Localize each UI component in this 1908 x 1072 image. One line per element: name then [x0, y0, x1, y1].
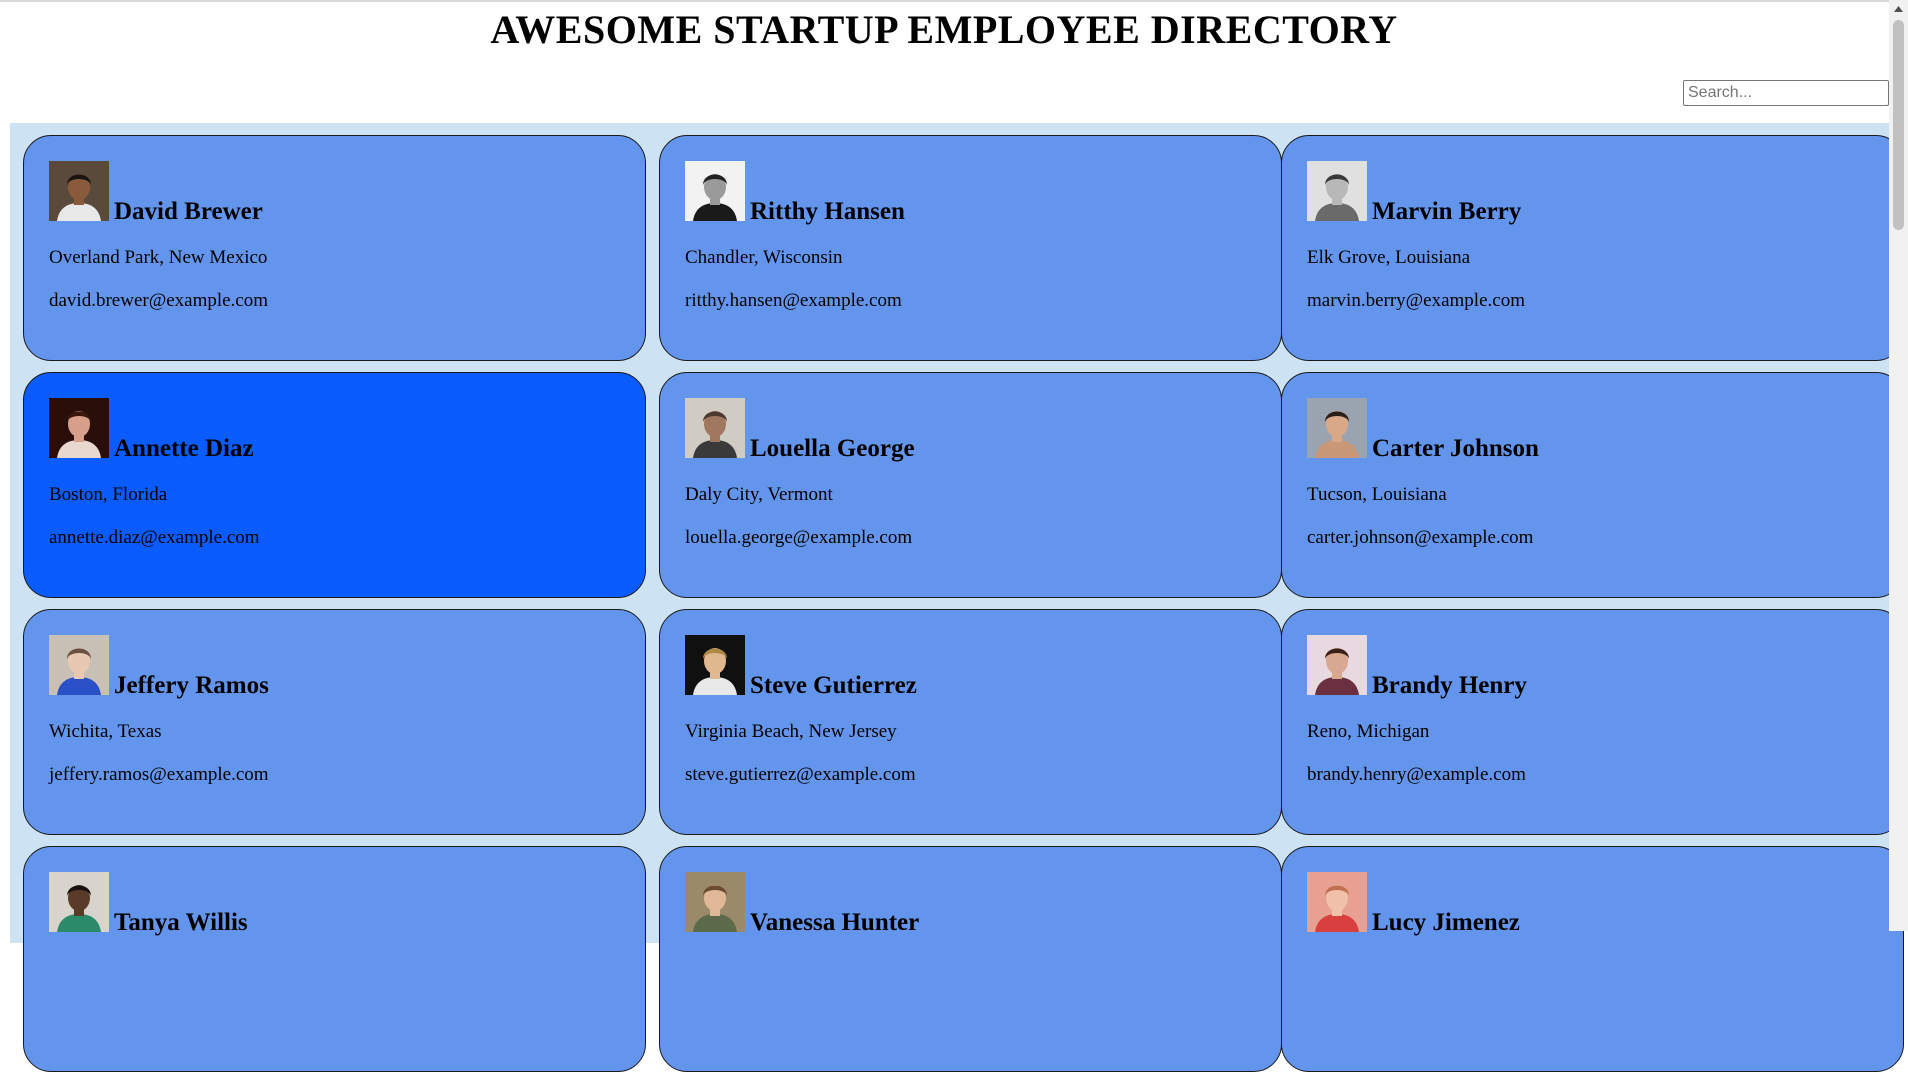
employee-email: marvin.berry@example.com — [1307, 290, 1525, 311]
employee-location: Reno, Michigan — [1307, 721, 1430, 742]
employee-location: Wichita, Texas — [49, 721, 162, 742]
employee-name: Tanya Willis — [114, 909, 248, 936]
card-header: Lucy Jimenez — [1307, 872, 1520, 936]
card-header: Louella George — [685, 398, 915, 462]
employee-card[interactable]: Carter Johnson Tucson, Louisiana carter.… — [1281, 372, 1904, 598]
avatar — [49, 398, 109, 458]
employee-name: Brandy Henry — [1372, 672, 1527, 699]
employee-location: Elk Grove, Louisiana — [1307, 247, 1471, 268]
employee-card[interactable]: Tanya Willis — [23, 846, 646, 1072]
employee-card[interactable]: Vanessa Hunter — [659, 846, 1282, 1072]
page-title: AWESOME STARTUP EMPLOYEE DIRECTORY — [490, 7, 1398, 52]
employee-location: Boston, Florida — [49, 484, 168, 505]
employee-card[interactable]: David Brewer Overland Park, New Mexico d… — [23, 135, 646, 361]
employee-email: louella.george@example.com — [685, 527, 913, 548]
employee-email: ritthy.hansen@example.com — [685, 290, 902, 311]
employee-email: steve.gutierrez@example.com — [685, 764, 916, 785]
card-header: Tanya Willis — [49, 872, 248, 936]
employee-location: Chandler, Wisconsin — [685, 247, 843, 268]
card-header: Jeffery Ramos — [49, 635, 269, 699]
employee-card[interactable]: Jeffery Ramos Wichita, Texas jeffery.ram… — [23, 609, 646, 835]
avatar — [49, 872, 109, 932]
card-header: Annette Diaz — [49, 398, 254, 462]
employee-name: Carter Johnson — [1372, 435, 1539, 462]
avatar — [1307, 161, 1367, 221]
avatar — [49, 161, 109, 221]
employee-directory: David Brewer Overland Park, New Mexico d… — [10, 123, 1904, 1072]
employee-email: brandy.henry@example.com — [1307, 764, 1526, 785]
avatar — [1307, 635, 1367, 695]
employee-name: Steve Gutierrez — [750, 672, 917, 699]
avatar — [685, 161, 745, 221]
avatar — [1307, 398, 1367, 458]
employee-name: Ritthy Hansen — [750, 198, 905, 225]
employee-location: Daly City, Vermont — [685, 484, 833, 505]
avatar — [685, 398, 745, 458]
employee-email: annette.diaz@example.com — [49, 527, 260, 548]
employee-location: Virginia Beach, New Jersey — [685, 721, 897, 742]
avatar — [1307, 872, 1367, 932]
employee-card[interactable]: Marvin Berry Elk Grove, Louisiana marvin… — [1281, 135, 1904, 361]
employee-email: jeffery.ramos@example.com — [49, 764, 269, 785]
employee-card[interactable]: Steve Gutierrez Virginia Beach, New Jers… — [659, 609, 1282, 835]
employee-name: Annette Diaz — [114, 435, 254, 462]
employee-email: carter.johnson@example.com — [1307, 527, 1534, 548]
scroll-up-arrow-icon[interactable] — [1889, 0, 1908, 17]
card-header: Vanessa Hunter — [685, 872, 920, 936]
scrollbar-thumb[interactable] — [1893, 20, 1904, 230]
search-input[interactable] — [1683, 80, 1889, 106]
employee-name: Vanessa Hunter — [750, 909, 920, 936]
employee-location: Overland Park, New Mexico — [49, 247, 268, 268]
employee-email: david.brewer@example.com — [49, 290, 269, 311]
employee-card-selected[interactable]: Annette Diaz Boston, Florida annette.dia… — [23, 372, 646, 598]
employee-card[interactable]: Brandy Henry Reno, Michigan brandy.henry… — [1281, 609, 1904, 835]
employee-card[interactable]: Lucy Jimenez — [1281, 846, 1904, 1072]
card-header: Steve Gutierrez — [685, 635, 917, 699]
employee-name: David Brewer — [114, 198, 263, 225]
avatar — [685, 872, 745, 932]
card-header: Carter Johnson — [1307, 398, 1539, 462]
employee-card[interactable]: Louella George Daly City, Vermont louell… — [659, 372, 1282, 598]
employee-card[interactable]: Ritthy Hansen Chandler, Wisconsin ritthy… — [659, 135, 1282, 361]
employee-location: Tucson, Louisiana — [1307, 484, 1447, 505]
card-header: Marvin Berry — [1307, 161, 1522, 225]
employee-name: Marvin Berry — [1372, 198, 1522, 225]
employee-name: Jeffery Ramos — [114, 672, 269, 699]
avatar — [49, 635, 109, 695]
employee-name: Lucy Jimenez — [1372, 909, 1520, 936]
card-header: David Brewer — [49, 161, 263, 225]
avatar — [685, 635, 745, 695]
card-header: Brandy Henry — [1307, 635, 1527, 699]
window-top-border — [0, 0, 1908, 2]
employee-name: Louella George — [750, 435, 915, 462]
card-header: Ritthy Hansen — [685, 161, 905, 225]
